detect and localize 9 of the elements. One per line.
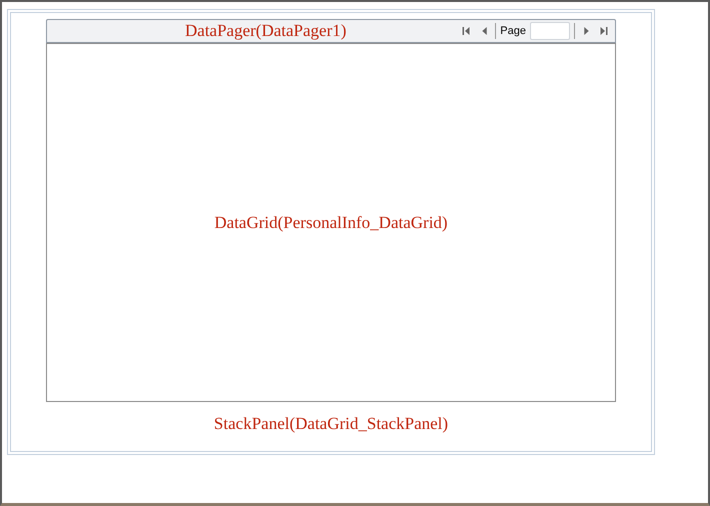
- pager-label: DataPager(DataPager1): [185, 20, 346, 42]
- next-page-icon[interactable]: [584, 27, 588, 35]
- grid-label: DataGrid(PersonalInfo_DataGrid): [214, 212, 448, 234]
- page-input-field[interactable]: [530, 22, 570, 40]
- stack-panel-label: StackPanel(DataGrid_StackPanel): [214, 413, 448, 435]
- first-page-icon[interactable]: [462, 27, 470, 35]
- page-label: Page: [500, 24, 526, 39]
- last-page-icon[interactable]: [600, 27, 608, 35]
- previous-page-icon[interactable]: [482, 27, 487, 35]
